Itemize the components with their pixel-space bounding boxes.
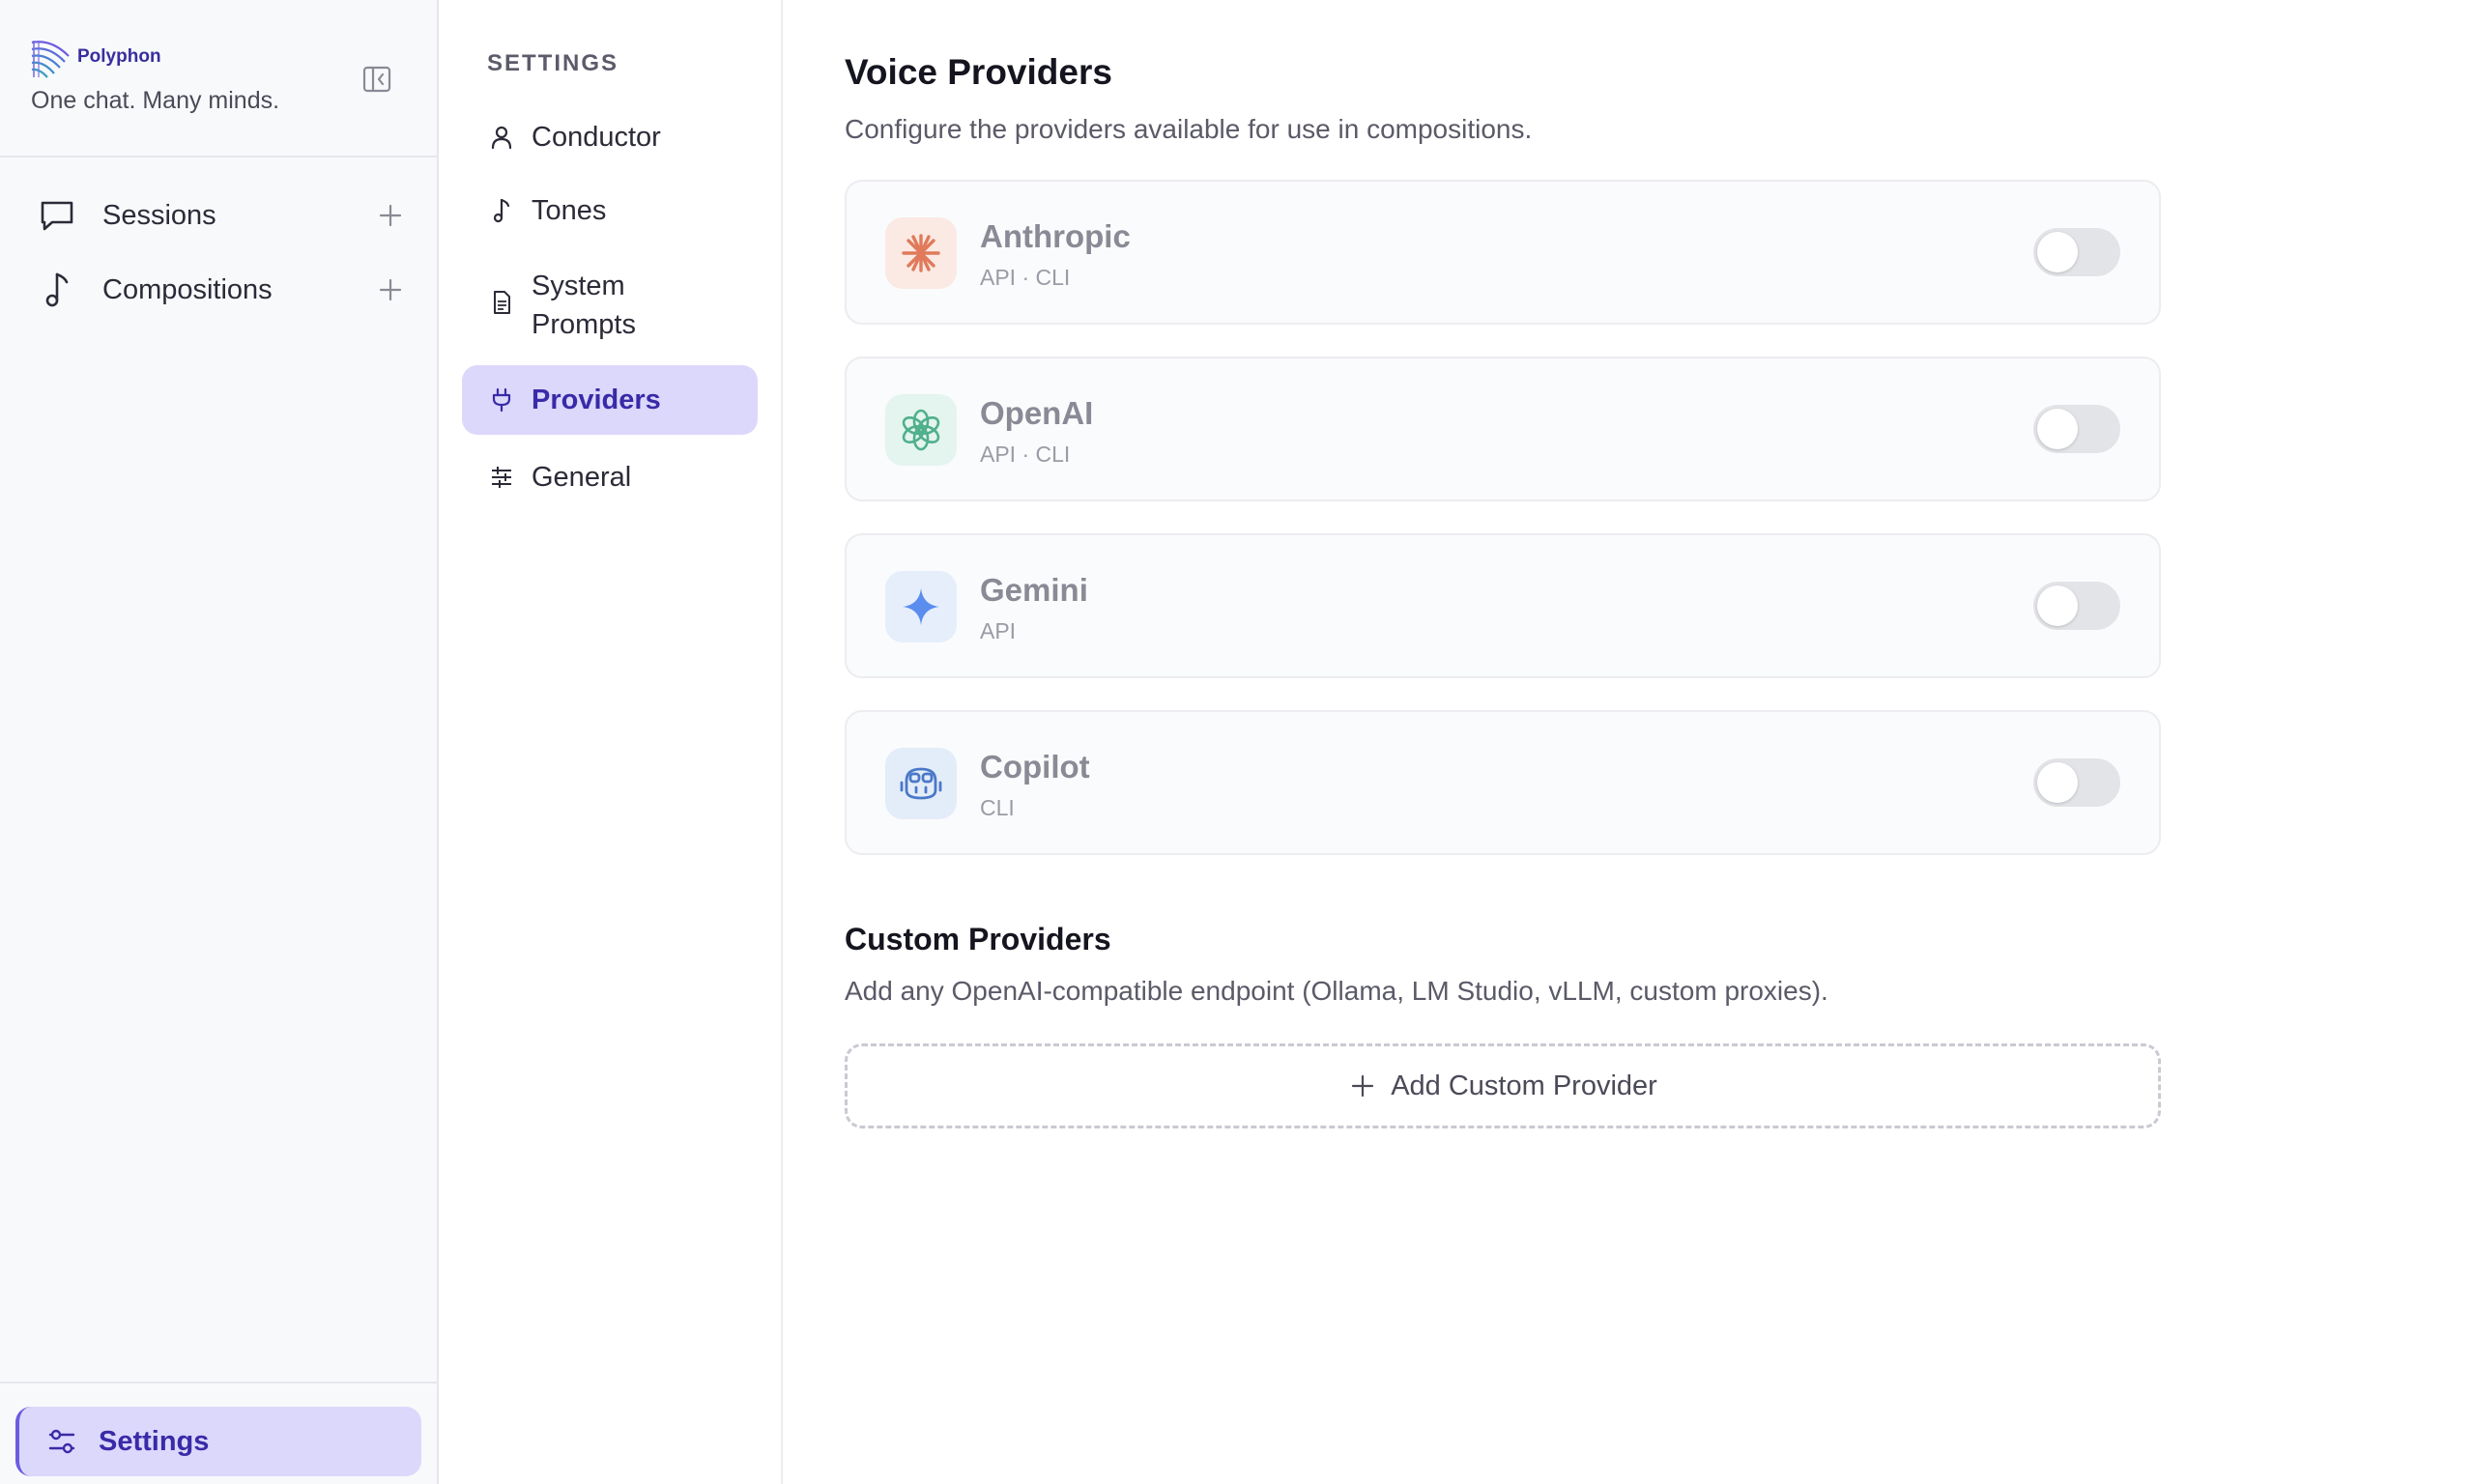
settings-nav-label: Conductor (532, 122, 661, 153)
settings-nav: SETTINGS Conductor Tones System Prompts … (439, 0, 783, 1484)
provider-card-gemini: Gemini API (845, 533, 2161, 678)
brand-name: Polyphon (77, 46, 161, 67)
provider-name: Anthropic (980, 218, 1131, 254)
provider-card-anthropic: Anthropic API · CLI (845, 180, 2161, 325)
provider-modes: CLI (980, 795, 1015, 820)
provider-modes: API (980, 618, 1017, 643)
provider-card-copilot: Copilot CLI (845, 710, 2161, 855)
chat-bubble-icon (37, 195, 77, 236)
sidebar-collapse-icon (362, 65, 391, 99)
settings-button[interactable]: Settings (15, 1407, 421, 1476)
person-icon (487, 123, 516, 152)
custom-providers-subtitle: Add any OpenAI-compatible endpoint (Olla… (845, 976, 1828, 1006)
provider-modes: API · CLI (980, 265, 1071, 290)
settings-nav-tones[interactable]: Tones (462, 191, 758, 230)
music-note-icon (487, 196, 516, 225)
toggle-knob (2037, 232, 2078, 272)
new-session-plus-icon[interactable] (373, 198, 408, 233)
settings-label: Settings (99, 1425, 210, 1457)
polyphon-logo-icon (30, 37, 72, 79)
sidebar: Polyphon One chat. Many minds. Sessions (0, 0, 439, 1484)
provider-toggle-copilot[interactable] (2033, 758, 2120, 807)
plus-icon (1348, 1071, 1377, 1100)
music-note-icon (37, 270, 77, 310)
add-custom-provider-button[interactable]: Add Custom Provider (845, 1043, 2161, 1128)
main-content: Voice Providers Configure the providers … (783, 0, 2474, 1484)
toggle-knob (2037, 585, 2078, 626)
settings-sliders-icon (44, 1424, 79, 1459)
custom-providers-title: Custom Providers (845, 922, 1111, 956)
settings-nav-label: Tones (532, 195, 607, 226)
copilot-robot-icon (885, 748, 957, 819)
page-title: Voice Providers (845, 52, 1112, 92)
provider-toggle-openai[interactable] (2033, 405, 2120, 453)
provider-modes: API · CLI (980, 442, 1071, 467)
provider-card-openai: OpenAI API · CLI (845, 357, 2161, 501)
add-custom-provider-label: Add Custom Provider (1391, 1070, 1657, 1101)
plug-icon (487, 385, 516, 414)
settings-nav-label: Providers (532, 385, 661, 415)
brand-tagline: One chat. Many minds. (31, 87, 280, 114)
sidebar-footer: Settings (0, 1382, 437, 1484)
sliders-icon (487, 463, 516, 492)
settings-nav-providers[interactable]: Providers (462, 365, 758, 435)
provider-name: OpenAI (980, 395, 1094, 431)
toggle-knob (2037, 762, 2078, 803)
app-window: Polyphon One chat. Many minds. Sessions (0, 0, 2474, 1484)
settings-nav-system-prompts[interactable]: System Prompts (462, 267, 694, 344)
settings-nav-label: General (532, 462, 632, 493)
new-composition-plus-icon[interactable] (373, 272, 408, 307)
collapse-sidebar-button[interactable] (360, 64, 394, 99)
toggle-knob (2037, 409, 2078, 449)
sidebar-item-sessions[interactable]: Sessions (27, 186, 410, 244)
document-icon (487, 288, 516, 317)
provider-toggle-anthropic[interactable] (2033, 228, 2120, 276)
provider-name: Copilot (980, 749, 1090, 785)
brand-header: Polyphon One chat. Many minds. (0, 0, 437, 157)
gemini-sparkle-icon (885, 571, 957, 642)
sidebar-item-compositions[interactable]: Compositions (27, 261, 410, 319)
settings-nav-label: System Prompts (532, 271, 636, 340)
settings-nav-conductor[interactable]: Conductor (462, 118, 758, 157)
page-subtitle: Configure the providers available for us… (845, 114, 1533, 144)
provider-toggle-gemini[interactable] (2033, 582, 2120, 630)
openai-knot-icon (885, 394, 957, 466)
settings-nav-general[interactable]: General (462, 458, 758, 497)
settings-heading: SETTINGS (487, 50, 619, 76)
anthropic-sunburst-icon (885, 217, 957, 289)
sidebar-item-label: Compositions (102, 273, 273, 305)
sidebar-item-label: Sessions (102, 199, 216, 231)
provider-name: Gemini (980, 572, 1088, 608)
